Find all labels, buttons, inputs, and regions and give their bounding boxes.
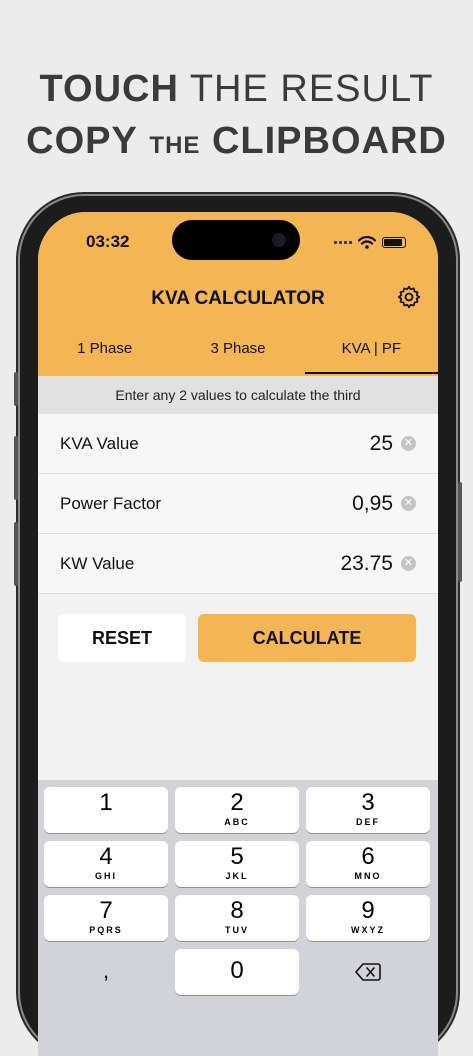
key-decimal[interactable]: , — [44, 949, 168, 995]
reset-button[interactable]: RESET — [58, 614, 186, 662]
field-label: Power Factor — [60, 493, 162, 513]
status-icons — [334, 236, 406, 249]
numeric-keypad: 1 2 ABC 3 DEF 4 GHI 5 JKL 6 MNO 7 PQRS 8… — [38, 780, 438, 1056]
tab-bar: 1 Phase 3 Phase KVA | PF — [38, 336, 438, 374]
kw-value-field[interactable]: KW Value 23.75 ✕ — [38, 534, 438, 594]
key-backspace[interactable] — [306, 949, 430, 995]
tab-3-phase[interactable]: 3 Phase — [171, 336, 304, 374]
key-6[interactable]: 6 MNO — [306, 841, 430, 887]
status-time: 03:32 — [86, 232, 130, 251]
kva-value-input[interactable]: 25 — [370, 432, 393, 456]
backspace-icon — [355, 963, 381, 981]
key-9[interactable]: 9 WXYZ — [306, 895, 430, 941]
top-bar: 03:32 KVA CALCULATOR 1 Phase 3 Phase KVA… — [38, 212, 438, 376]
phone-frame: 03:32 KVA CALCULATOR 1 Phase 3 Phase KVA… — [14, 196, 462, 1056]
key-0[interactable]: 0 — [175, 949, 299, 995]
volume-up-button — [14, 436, 18, 500]
tab-kva-pf[interactable]: KVA | PF — [304, 336, 438, 374]
signal-icon — [334, 241, 352, 244]
headline-line-1: TOUCH THE RESULT — [39, 68, 434, 110]
clear-circle-icon[interactable]: ✕ — [401, 556, 416, 571]
power-button — [458, 482, 462, 582]
app-title: KVA CALCULATOR — [151, 288, 325, 309]
key-2[interactable]: 2 ABC — [175, 787, 299, 833]
input-fields: KVA Value 25 ✕ Power Factor 0,95 ✕ KW Va… — [38, 414, 438, 594]
key-8[interactable]: 8 TUV — [175, 895, 299, 941]
field-label: KVA Value — [60, 433, 139, 453]
kw-value-input[interactable]: 23.75 — [340, 552, 393, 576]
key-1[interactable]: 1 — [44, 787, 168, 833]
key-4[interactable]: 4 GHI — [44, 841, 168, 887]
key-3[interactable]: 3 DEF — [306, 787, 430, 833]
field-label: KW Value — [60, 553, 135, 573]
mute-switch — [14, 372, 18, 406]
key-7[interactable]: 7 PQRS — [44, 895, 168, 941]
clear-circle-icon[interactable]: ✕ — [401, 436, 416, 451]
clear-circle-icon[interactable]: ✕ — [401, 496, 416, 511]
key-5[interactable]: 5 JKL — [175, 841, 299, 887]
battery-icon — [382, 237, 406, 248]
wifi-icon — [358, 236, 376, 249]
power-factor-field[interactable]: Power Factor 0,95 ✕ — [38, 474, 438, 534]
gear-icon[interactable] — [396, 284, 422, 310]
camera-icon — [272, 233, 286, 247]
dynamic-island — [172, 220, 300, 260]
volume-down-button — [14, 522, 18, 586]
instruction-banner: Enter any 2 values to calculate the thir… — [38, 376, 438, 414]
power-factor-input[interactable]: 0,95 — [352, 492, 393, 516]
calculate-button[interactable]: CALCULATE — [198, 614, 416, 662]
app-screen: 03:32 KVA CALCULATOR 1 Phase 3 Phase KVA… — [38, 212, 438, 1056]
headline-line-2: COPY THE CLIPBOARD — [26, 120, 447, 162]
tab-1-phase[interactable]: 1 Phase — [38, 336, 171, 374]
kva-value-field[interactable]: KVA Value 25 ✕ — [38, 414, 438, 474]
